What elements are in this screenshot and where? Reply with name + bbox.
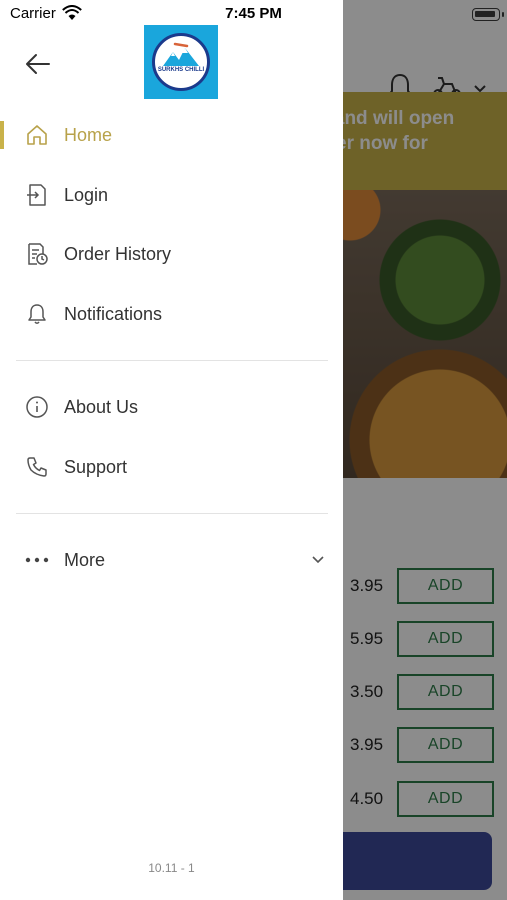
mountain-emblem [163,42,199,66]
back-button[interactable] [22,48,54,80]
menu-label-support: Support [64,456,128,477]
app-version: 10.11 - 1 [148,861,195,875]
battery-icon [472,8,504,21]
menu-item-more[interactable]: More [0,532,343,588]
menu-label-login: Login [64,184,109,205]
menu-item-order-history[interactable]: Order History [0,226,343,282]
logo-badge: SURKHS CHILLI [152,33,210,91]
menu-item-login[interactable]: Login [0,167,343,223]
restaurant-logo: SURKHS CHILLI [144,25,218,99]
home-icon [24,122,50,148]
divider [16,513,328,514]
menu-label-order-history: Order History [64,243,172,264]
menu-item-notifications[interactable]: Notifications [0,286,343,342]
menu-label-about-us: About Us [64,396,139,417]
logo-text: SURKHS CHILLI [157,67,205,73]
order-history-icon [24,241,50,267]
menu-item-home[interactable]: Home [0,107,343,163]
menu-item-about-us[interactable]: About Us [0,379,343,435]
status-bar: Carrier 7:45 PM [0,0,507,28]
arrow-left-icon [26,54,50,74]
menu-label-home: Home [64,124,113,145]
clock: 7:45 PM [225,5,282,22]
divider [16,360,328,361]
more-dots-icon [24,547,50,573]
menu-label-notifications: Notifications [64,303,163,324]
chevron-down-icon[interactable] [308,550,328,570]
menu-item-support[interactable]: Support [0,439,343,495]
login-icon [24,182,50,208]
navigation-drawer: SURKHS CHILLI Home Login Order History N… [0,0,343,900]
phone-icon [24,454,50,480]
bell-icon [24,301,50,327]
info-icon [24,394,50,420]
menu-label-more: More [64,549,106,570]
